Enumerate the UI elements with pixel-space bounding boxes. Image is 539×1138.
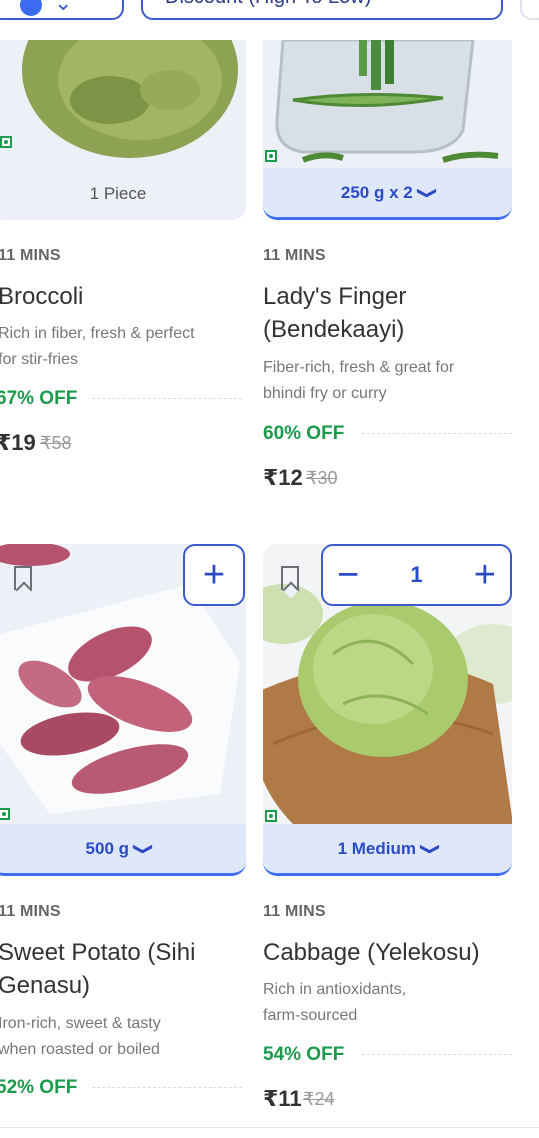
discount-label: 67% OFF — [0, 388, 78, 409]
product-description: Iron-rich, sweet & tasty when roasted or… — [0, 1015, 161, 1058]
quantity-selector-sweet-potato[interactable]: 500 g ❯ — [0, 824, 246, 876]
quantity-stepper[interactable]: − 1 + — [321, 544, 512, 606]
product-description: Rich in fiber, fresh & perfect for stir-… — [0, 325, 195, 368]
discount-label: 60% OFF — [263, 423, 345, 444]
discount-label: 54% OFF — [263, 1044, 345, 1065]
selling-price: ₹12 — [263, 465, 303, 490]
filter-toggle-button[interactable]: ⌄ — [0, 0, 124, 20]
bookmark-icon[interactable] — [281, 566, 299, 590]
divider — [362, 433, 512, 434]
veg-icon — [0, 136, 12, 148]
original-price: ₹58 — [40, 433, 72, 453]
product-description: Fiber-rich, fresh & great for bhindi fry… — [263, 359, 455, 402]
selling-price: ₹19 — [0, 430, 36, 455]
original-price: ₹30 — [306, 468, 338, 488]
bookmark-icon[interactable] — [14, 566, 32, 590]
chevron-down-icon: ❯ — [416, 185, 438, 200]
divider — [92, 1087, 242, 1088]
broccoli-image — [22, 40, 238, 158]
decrement-button[interactable]: − — [337, 556, 359, 594]
delivery-eta: 11 MINS — [263, 903, 326, 920]
veg-icon — [265, 810, 277, 822]
product-name: Sweet Potato (Sihi Genasu) — [0, 939, 196, 999]
filter-indicator-icon — [20, 0, 42, 16]
quantity-selector-ladys-finger[interactable]: 250 g x 2 ❯ — [263, 168, 512, 220]
delivery-eta: 11 MINS — [0, 247, 61, 264]
chevron-down-icon: ❯ — [132, 841, 154, 856]
ladys-finger-image — [275, 40, 499, 163]
discount-label: 52% OFF — [0, 1077, 78, 1098]
product-name: Cabbage (Yelekosu) — [263, 939, 480, 966]
veg-icon — [0, 808, 10, 820]
add-to-cart-button[interactable]: + — [183, 544, 245, 606]
sort-label: Discount (High To Low) — [165, 0, 371, 9]
product-name: Lady's Finger (Bendekaayi) — [263, 283, 407, 343]
delivery-eta: 11 MINS — [0, 903, 61, 920]
veg-icon — [265, 150, 277, 162]
product-image-broccoli[interactable] — [0, 40, 246, 168]
selling-price: ₹11 — [263, 1086, 302, 1111]
delivery-eta: 11 MINS — [263, 247, 326, 264]
bottom-bar — [0, 1127, 539, 1138]
chevron-down-icon: ⌄ — [54, 0, 73, 15]
quantity-label-broccoli: 1 Piece — [0, 168, 246, 220]
product-description: Rich in antioxidants, farm-sourced — [263, 981, 407, 1024]
cart-count: 1 — [410, 562, 423, 587]
sort-button[interactable]: Discount (High To Low) — [141, 0, 503, 20]
filter-bar: ⌄ Discount (High To Low) — [0, 0, 539, 30]
product-image-ladys-finger[interactable] — [263, 40, 512, 168]
more-filters-button[interactable] — [520, 0, 539, 20]
divider — [92, 398, 242, 399]
divider — [362, 1054, 512, 1055]
increment-button[interactable]: + — [474, 556, 496, 594]
quantity-selector-cabbage[interactable]: 1 Medium ❯ — [263, 824, 512, 876]
chevron-down-icon: ❯ — [419, 841, 441, 856]
product-name: Broccoli — [0, 283, 84, 310]
original-price: ₹24 — [303, 1089, 335, 1109]
